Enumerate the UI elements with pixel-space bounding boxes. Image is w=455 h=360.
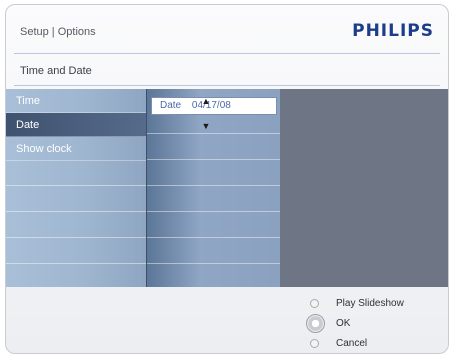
date-column-divider — [147, 133, 281, 134]
date-column-divider — [147, 263, 281, 264]
section-divider — [14, 85, 440, 86]
menu-item-label: Time — [16, 95, 41, 107]
date-column-divider — [147, 159, 281, 160]
menu-divider — [6, 211, 146, 212]
menu-item-show-clock[interactable]: Show clock — [6, 137, 146, 161]
radio-icon — [310, 299, 319, 308]
menu-divider — [6, 263, 146, 264]
menu-divider — [6, 237, 146, 238]
menu-item-time[interactable]: Time — [6, 89, 146, 113]
settings-panel: Time Date Show clock Date 04/17/08 ▲ ▼ — [6, 89, 448, 287]
menu-divider — [6, 185, 146, 186]
date-value: 04/17/08 — [191, 100, 231, 111]
option-label: OK — [336, 318, 351, 329]
radio-icon — [310, 339, 319, 348]
date-column-divider — [147, 211, 281, 212]
section-title: Time and Date — [20, 65, 92, 77]
preview-area — [280, 89, 448, 287]
menu-item-label: Show clock — [16, 143, 72, 155]
screen-frame: Setup | Options PHILIPS Time and Date Ti… — [5, 4, 449, 354]
option-label: Cancel — [336, 338, 368, 349]
menu-item-date[interactable]: Date — [6, 113, 146, 137]
header-divider — [14, 53, 440, 54]
arrow-down-icon[interactable]: ▼ — [201, 122, 211, 131]
breadcrumb: Setup | Options — [20, 26, 96, 38]
menu-column: Time Date Show clock — [6, 89, 146, 287]
arrow-up-icon[interactable]: ▲ — [201, 97, 211, 106]
radio-selected-icon — [306, 314, 325, 333]
menu-item-label: Date — [16, 119, 40, 131]
brand-logo: PHILIPS — [352, 21, 434, 41]
header: Setup | Options PHILIPS — [6, 5, 448, 57]
options-area: Play Slideshow OK Cancel — [6, 287, 448, 353]
date-column: Date 04/17/08 ▲ ▼ — [146, 89, 281, 287]
date-field[interactable]: Date 04/17/08 ▲ ▼ — [151, 97, 277, 131]
date-column-divider — [147, 185, 281, 186]
date-label: Date — [160, 100, 182, 111]
date-column-divider — [147, 237, 281, 238]
option-label: Play Slideshow — [336, 298, 404, 309]
